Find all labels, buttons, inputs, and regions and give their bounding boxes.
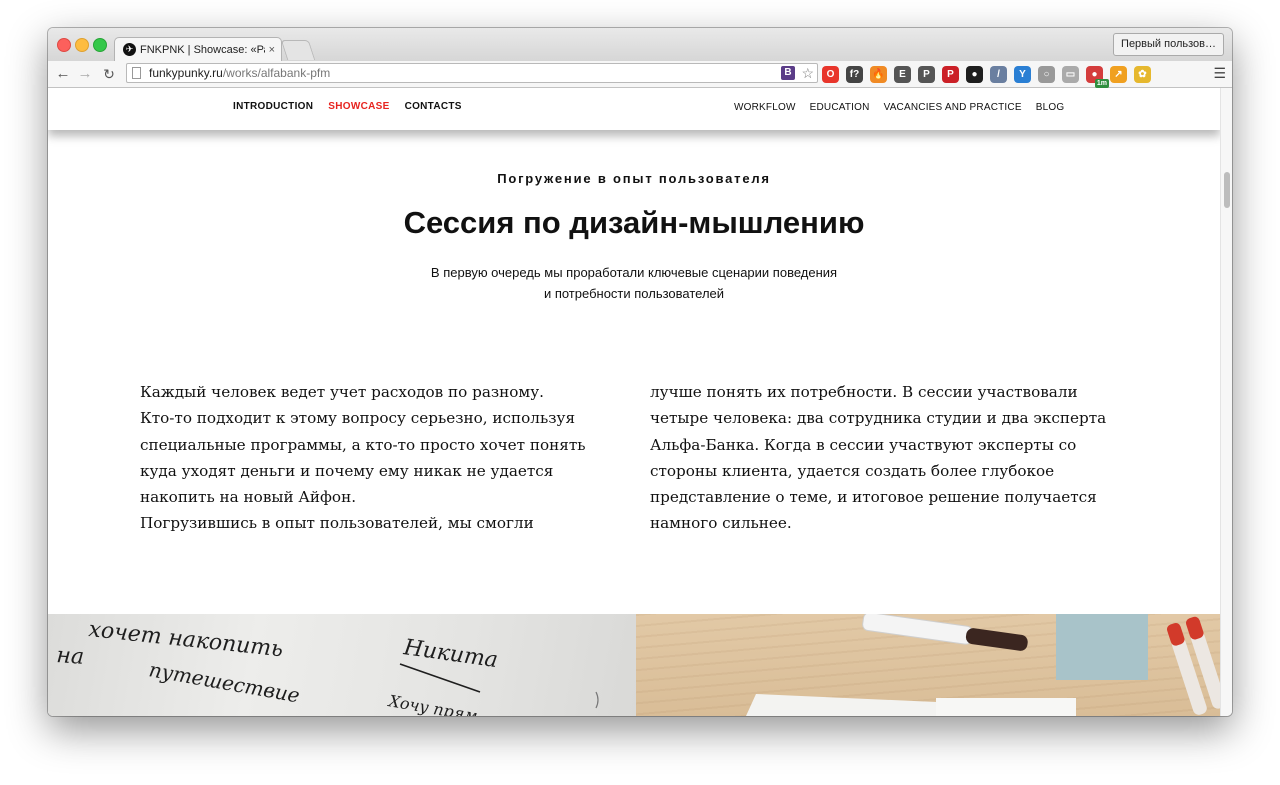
chart-ext-icon[interactable]: ↗ [1110,65,1127,83]
section-lede: В первую очередь мы проработали ключевые… [48,262,1220,304]
body-text-line: лучше понять их потребности. В сессии уч… [650,383,1078,401]
minimize-window-button[interactable] [75,38,89,52]
body-column-left: Каждый человек ведет учет расходов по ра… [140,379,586,537]
nav-link-showcase[interactable]: SHOWCASE [328,101,389,112]
nav-link-blog[interactable]: BLOG [1036,102,1065,113]
tab-strip: ✈ FNKPNK | Showcase: «Рас × Первый польз… [48,28,1232,61]
font-finder-ext-icon[interactable]: f? [846,65,863,83]
marker-body-white [862,614,974,645]
nav-link-workflow[interactable]: WORKFLOW [734,102,796,113]
page-scrollbar[interactable] [1220,88,1232,716]
body-text-line: Каждый человек ведет учет расходов по ра… [140,383,545,401]
nav-link-education[interactable]: EDUCATION [810,102,870,113]
body-text-line: Погрузившись в опыт пользователей, мы см… [140,514,534,533]
eyedropper-ext-icon[interactable]: / [990,65,1007,83]
secondary-nav: WORKFLOW EDUCATION VACANCIES AND PRACTICE B… [734,102,1078,113]
paper-sheet-2 [936,698,1076,716]
url-host: funkypunky.ru [149,66,223,80]
y-ext-icon[interactable]: Y [1014,65,1031,83]
profile-button[interactable]: Первый пользов… [1113,33,1224,56]
browser-tab-active[interactable]: ✈ FNKPNK | Showcase: «Рас × [114,37,282,61]
page-viewport: INTRODUCTION SHOWCASE CONTACTS WORKFLOW EDU… [48,88,1220,716]
pocket-ext-icon[interactable]: P [918,65,935,83]
whiteboard-word: путешествие [147,657,301,707]
whiteboard-word: хочет накопить [87,617,284,662]
body-text-line: накопить на новый Айфон. [140,488,357,507]
whiteboard-illustration: хочет накопить на путешествие Никита Хоч… [56,617,599,716]
body-column-right: лучше понять их потребности. В сессии уч… [650,379,1106,537]
lede-line: В первую очередь мы проработали ключевые… [430,265,838,280]
flower-ext-icon[interactable]: ✿ [1134,65,1151,83]
pinterest-ext-icon[interactable]: P [942,65,959,83]
body-text-line: намного сильнее. [650,514,792,533]
extension-badge: 1m [1094,78,1109,88]
bookmark-star-icon[interactable]: ☆ [801,64,814,82]
page-icon [132,67,141,79]
red-markers [1166,616,1220,715]
red-marker-1-cap [1186,616,1204,640]
section-kicker: Погружение в опыт пользователя [497,171,771,186]
zoom-window-button[interactable] [93,38,107,52]
reader-ext-icon[interactable]: ▭ [1062,65,1079,83]
site-navigation: INTRODUCTION SHOWCASE CONTACTS WORKFLOW EDU… [48,88,1220,130]
whiteboard-word: Никита [401,635,499,673]
desk-illustration [746,614,1220,716]
nav-link-contacts[interactable]: CONTACTS [405,101,462,112]
new-tab-button[interactable] [280,40,316,60]
url-text[interactable]: funkypunky.ru/works/alfabank-pfm [149,64,330,82]
whiteboard-word: на [56,643,85,670]
browser-window: ✈ FNKPNK | Showcase: «Рас × Первый польз… [48,28,1232,716]
ring-ext-icon[interactable]: ○ [1038,65,1055,83]
scrollbar-thumb[interactable] [1224,172,1230,208]
red-marker-2-cap [1166,622,1185,646]
body-text-line: представление о теме, и итоговое решение… [650,488,1097,507]
bootstrap-ext-icon[interactable]: B [781,66,795,80]
nav-link-introduction[interactable]: INTRODUCTION [233,101,313,112]
hamburger-menu-icon[interactable]: ☰ [1213,64,1226,82]
body-text-line: Кто-то подходит к этому вопросу серьезно… [140,409,576,428]
sticky-note [1056,614,1148,680]
black-marker [862,614,1028,651]
section-title: Сессия по дизайн-мышлению [403,205,865,240]
url-path: /works/alfabank-pfm [222,66,331,80]
tab-title: FNKPNK | Showcase: «Рас [140,43,265,56]
body-text-line: куда уходят деньги и почему ему никак не… [140,461,554,480]
lede-line: и потребности пользователей [543,286,725,301]
nav-link-vacancies-and-practice[interactable]: VACANCIES AND PRACTICE [884,102,1022,113]
body-text-line: стороны клиента, удается создать более г… [650,461,1055,480]
site-favicon-icon: ✈ [123,43,136,56]
timer-ext-icon[interactable]: ● 1m [1086,65,1109,88]
back-arrow-icon[interactable]: ← [54,65,72,83]
paper-sheet [746,694,936,716]
address-bar[interactable]: funkypunky.ru/works/alfabank-pfm B ☆ [126,63,818,83]
body-text-line: четыре человека: два сотрудника студии и… [650,409,1107,428]
browser-toolbar: ← → ↻ funkypunky.ru/works/alfabank-pfm B… [48,61,1232,88]
camera-ext-icon[interactable]: ● [966,65,983,83]
close-window-button[interactable] [57,38,71,52]
extension-toolbar: Of? 🔥 E P P ● / Y ○ ▭ ● 1m ↗ ✿ [822,65,1158,88]
body-text-line: Альфа-Банка. Когда в сессии участвуют эк… [650,435,1077,454]
body-text-line: специальные программы, а кто-то просто х… [140,435,586,454]
forward-arrow-icon[interactable]: → [76,65,94,83]
whiteboard-scribble [595,691,599,709]
fire-ext-icon[interactable]: 🔥 [870,65,887,83]
tab-close-icon[interactable]: × [269,44,275,56]
opera-ext-icon[interactable]: O [822,65,839,83]
primary-nav: INTRODUCTION SHOWCASE CONTACTS [233,101,477,112]
desk-photo [636,614,1220,716]
marker-cap-dark [965,628,1028,651]
reload-icon[interactable]: ↻ [100,65,118,83]
whiteboard-photo: хочет накопить на путешествие Никита Хоч… [48,614,636,716]
whiteboard-word: Хочу прям [385,691,479,716]
evernote-ext-icon[interactable]: E [894,65,911,83]
